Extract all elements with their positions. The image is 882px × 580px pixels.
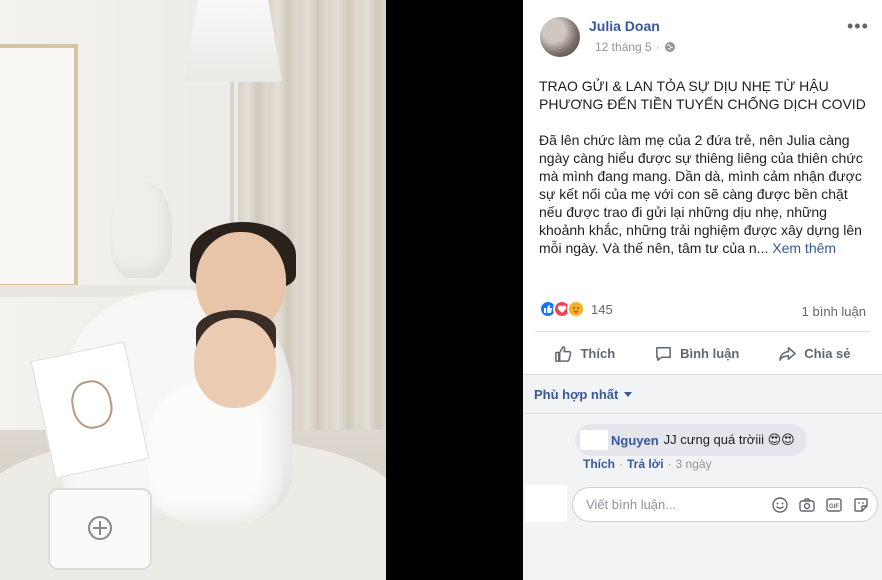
care-icon [567, 300, 585, 318]
comments-section: Nguyen JJ cưng quá trờiii 😍😍 Thích · Trả… [523, 413, 882, 580]
globe-icon[interactable] [664, 41, 676, 53]
comment-sort-bar: Phù hợp nhất [523, 374, 882, 413]
post-meta: 12 tháng 5 · [595, 40, 676, 54]
svg-text:GIF: GIF [829, 504, 839, 510]
share-arrow-icon [779, 346, 797, 361]
lamp-shade [184, 0, 282, 82]
comment-time[interactable]: 3 ngày [676, 457, 712, 471]
gif-icon[interactable]: GIF [825, 496, 843, 514]
comment-like-link[interactable]: Thích [583, 457, 615, 471]
toy-medical-kit [48, 488, 152, 570]
commenter-avatar[interactable] [580, 430, 608, 450]
composer-icons: GIF [771, 496, 870, 514]
comment-input[interactable]: Viết bình luận... GIF [572, 487, 878, 522]
post-panel: Julia Doan 12 tháng 5 · ••• TRAO GỬI & L… [523, 0, 882, 580]
thumbs-up-icon [555, 345, 572, 362]
comment-text: JJ cưng quá trờiii 😍😍 [663, 432, 795, 447]
more-options-icon[interactable]: ••• [847, 16, 869, 37]
emoji-icon[interactable] [771, 496, 789, 514]
comment-bubble: Nguyen JJ cưng quá trờiii 😍😍 [575, 424, 807, 456]
speech-bubble-icon [656, 346, 672, 361]
sort-label: Phù hợp nhất [534, 387, 619, 402]
stats-divider [535, 331, 870, 332]
child-face [194, 318, 276, 408]
share-button-label: Chia sẻ [804, 345, 851, 361]
caret-down-icon [624, 392, 633, 397]
reaction-count[interactable]: 145 [591, 302, 613, 317]
post-header: Julia Doan 12 tháng 5 · ••• [523, 0, 882, 62]
viewer-avatar [525, 485, 567, 522]
cross-icon [88, 516, 112, 540]
comment-actions: Thích · Trả lời · 3 ngày [583, 457, 712, 471]
meta-separator: · [655, 40, 660, 54]
bunny-toy [110, 182, 172, 278]
see-more-link[interactable]: Xem thêm [772, 240, 836, 256]
post-title: TRAO GỬI & LAN TỎA SỰ DỊU NHẸ TỪ HẬU PHƯ… [539, 78, 866, 112]
post-photo[interactable] [0, 0, 386, 580]
comment-button-label: Bình luận [680, 345, 740, 361]
sticker-icon[interactable] [852, 496, 870, 514]
comment-action-separator: · [619, 457, 623, 471]
like-button[interactable]: Thích [554, 344, 615, 363]
bear-drawing [67, 376, 117, 433]
share-button[interactable]: Chia sẻ [778, 344, 851, 363]
reaction-summary[interactable]: 145 [539, 300, 613, 318]
like-button-label: Thích [580, 345, 616, 361]
post-body: Đã lên chức làm mẹ của 2 đứa trẻ, nên Ju… [539, 131, 869, 257]
comment-input-placeholder: Viết bình luận... [586, 497, 677, 512]
comment-reply-link[interactable]: Trả lời [627, 457, 664, 471]
comment-count[interactable]: 1 bình luận [802, 304, 866, 319]
comment-action-separator: · [667, 457, 672, 471]
commenter-name[interactable]: Nguyen [611, 433, 659, 448]
action-bar: Thích Bình luận Chia sẻ [535, 334, 870, 372]
comment-button[interactable]: Bình luận [654, 344, 739, 363]
camera-icon[interactable] [798, 496, 816, 514]
comment-sort-dropdown[interactable]: Phù hợp nhất [534, 387, 633, 402]
author-name[interactable]: Julia Doan [589, 18, 660, 34]
author-avatar[interactable] [540, 17, 580, 57]
post-body-text: Đã lên chức làm mẹ của 2 đứa trẻ, nên Ju… [539, 132, 863, 256]
post-date[interactable]: 12 tháng 5 [595, 40, 652, 54]
wall-frame [0, 44, 78, 288]
